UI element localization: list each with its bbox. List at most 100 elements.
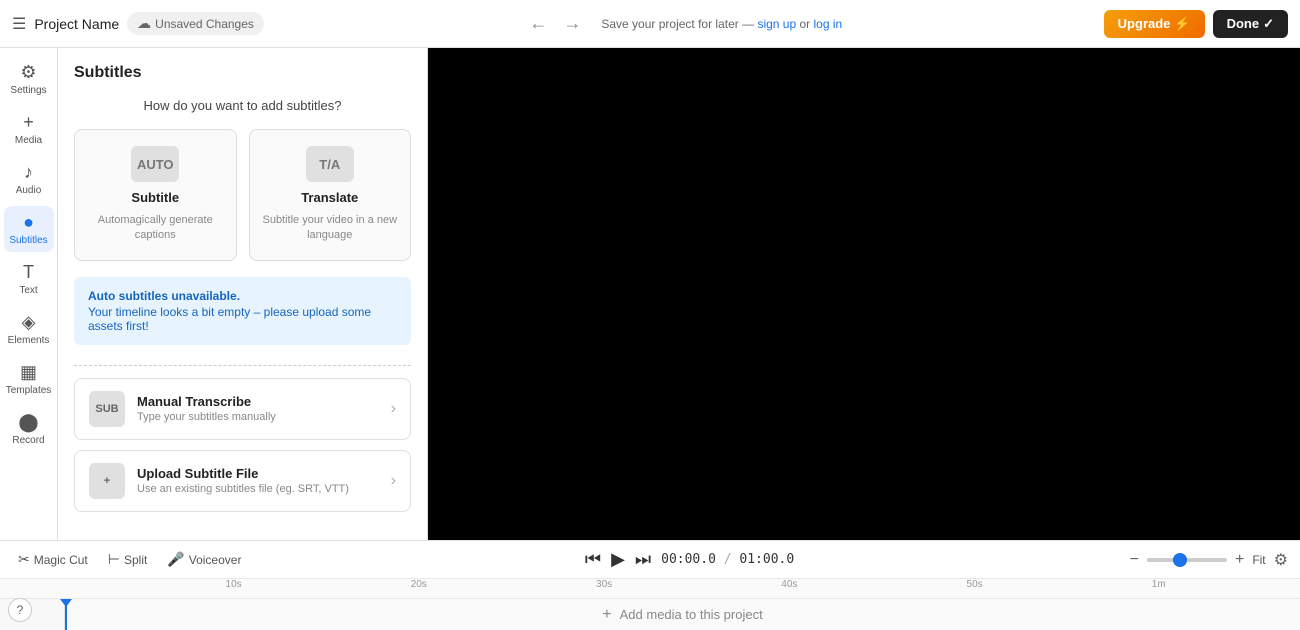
- playhead[interactable]: [65, 599, 67, 630]
- save-text: Save your project for later — sign up or…: [601, 17, 842, 31]
- manual-transcribe-row[interactable]: SUB Manual Transcribe Type your subtitle…: [74, 378, 411, 440]
- done-label: Done: [1227, 16, 1260, 31]
- total-time: 01:00.0: [739, 552, 794, 567]
- upload-subtitle-text: Upload Subtitle File Use an existing sub…: [137, 466, 379, 495]
- split-button[interactable]: ⊢ Split: [102, 547, 154, 572]
- split-label: Split: [124, 553, 147, 567]
- subtitle-option-desc: Automagically generate captions: [87, 213, 224, 244]
- undo-button[interactable]: ←: [525, 9, 551, 38]
- subtitles-icon: ●: [23, 212, 34, 233]
- text-icon: T: [23, 262, 34, 283]
- sidebar: ⚙ Settings + Media ♪ Audio ● Subtitles T…: [0, 48, 58, 540]
- sidebar-item-templates[interactable]: ▦ Templates: [4, 356, 54, 402]
- sidebar-label-templates: Templates: [6, 385, 52, 396]
- translate-option-card[interactable]: T/A Translate Subtitle your video in a n…: [249, 129, 412, 261]
- timeline-left-controls: ✂ Magic Cut ⊢ Split 🎤 Voiceover: [12, 547, 247, 572]
- redo-button[interactable]: →: [559, 9, 585, 38]
- magic-cut-icon: ✂: [18, 551, 30, 568]
- log-in-link[interactable]: log in: [814, 17, 843, 31]
- upgrade-icon: ⚡: [1174, 16, 1190, 32]
- alert-box: Auto subtitles unavailable. Your timelin…: [74, 277, 411, 345]
- settings-icon: ⚙: [20, 62, 36, 83]
- subtitle-option-label: Subtitle: [131, 190, 179, 205]
- manual-transcribe-chevron: ›: [391, 400, 396, 418]
- audio-icon: ♪: [24, 162, 33, 183]
- sidebar-item-text[interactable]: T Text: [4, 256, 54, 302]
- timeline-right-controls: − + Fit ⚙: [1130, 550, 1288, 570]
- timeline-ruler: 10s 20s 30s 40s 50s 1m: [0, 579, 1300, 599]
- magic-cut-label: Magic Cut: [34, 553, 88, 567]
- rewind-button[interactable]: ⏮: [583, 547, 603, 572]
- record-icon: ⬤: [18, 412, 38, 433]
- manual-transcribe-text: Manual Transcribe Type your subtitles ma…: [137, 394, 379, 423]
- add-media-bar[interactable]: + Add media to this project: [65, 599, 1300, 630]
- zoom-out-button[interactable]: −: [1130, 551, 1139, 569]
- panel-subtitle: How do you want to add subtitles?: [74, 98, 411, 113]
- topbar: ☰ Project Name ☁ Unsaved Changes ← → Sav…: [0, 0, 1300, 48]
- topbar-right: Upgrade ⚡ Done ✓: [1104, 10, 1288, 38]
- zoom-slider[interactable]: [1147, 558, 1227, 562]
- done-button[interactable]: Done ✓: [1213, 10, 1288, 38]
- timeline: ✂ Magic Cut ⊢ Split 🎤 Voiceover ⏮ ▶ ⏭ 00…: [0, 540, 1300, 630]
- translate-option-label: Translate: [301, 190, 358, 205]
- sidebar-item-settings[interactable]: ⚙ Settings: [4, 56, 54, 102]
- sidebar-label-elements: Elements: [8, 335, 50, 346]
- timeline-controls: ✂ Magic Cut ⊢ Split 🎤 Voiceover ⏮ ▶ ⏭ 00…: [0, 541, 1300, 579]
- add-media-plus-icon: +: [602, 606, 611, 624]
- cloud-icon: ☁: [137, 15, 151, 32]
- upgrade-button[interactable]: Upgrade ⚡: [1104, 10, 1205, 38]
- sidebar-item-subtitles[interactable]: ● Subtitles: [4, 206, 54, 252]
- alert-desc: Your timeline looks a bit empty – please…: [88, 305, 397, 333]
- upload-subtitle-row[interactable]: + Upload Subtitle File Use an existing s…: [74, 450, 411, 512]
- main-area: ⚙ Settings + Media ♪ Audio ● Subtitles T…: [0, 48, 1300, 540]
- panel-title: Subtitles: [74, 64, 411, 82]
- divider: [74, 365, 411, 366]
- zoom-in-button[interactable]: +: [1235, 551, 1244, 569]
- upgrade-label: Upgrade: [1118, 16, 1171, 31]
- upload-subtitle-chevron: ›: [391, 472, 396, 490]
- sidebar-label-subtitles: Subtitles: [9, 235, 47, 246]
- ruler-mark-40s: 40s: [781, 579, 797, 590]
- done-check-icon: ✓: [1263, 16, 1274, 32]
- ruler-mark-50s: 50s: [967, 579, 983, 590]
- sidebar-label-media: Media: [15, 135, 42, 146]
- unsaved-label: Unsaved Changes: [155, 17, 254, 31]
- sidebar-label-settings: Settings: [10, 85, 46, 96]
- manual-transcribe-icon: SUB: [89, 391, 125, 427]
- help-button[interactable]: ?: [8, 598, 32, 622]
- sidebar-item-audio[interactable]: ♪ Audio: [4, 156, 54, 202]
- manual-transcribe-title: Manual Transcribe: [137, 394, 379, 409]
- sidebar-label-record: Record: [12, 435, 44, 446]
- timeline-track-area: 10s 20s 30s 40s 50s 1m + Add media to th…: [0, 579, 1300, 630]
- sidebar-item-media[interactable]: + Media: [4, 106, 54, 152]
- templates-icon: ▦: [20, 362, 37, 383]
- subtitle-option-card[interactable]: AUTO Subtitle Automagically generate cap…: [74, 129, 237, 261]
- menu-icon[interactable]: ☰: [12, 14, 26, 34]
- sidebar-item-elements[interactable]: ◈ Elements: [4, 306, 54, 352]
- video-preview-area: [428, 48, 1300, 540]
- unsaved-badge: ☁ Unsaved Changes: [127, 12, 264, 35]
- voiceover-icon: 🎤: [167, 551, 184, 568]
- sign-up-link[interactable]: sign up: [757, 17, 796, 31]
- split-icon: ⊢: [108, 551, 120, 568]
- fast-forward-button[interactable]: ⏭: [633, 547, 653, 572]
- project-name[interactable]: Project Name: [34, 16, 119, 32]
- topbar-left: ☰ Project Name ☁ Unsaved Changes: [12, 12, 264, 35]
- playhead-triangle: [60, 599, 72, 607]
- fit-button[interactable]: Fit: [1252, 553, 1265, 567]
- upload-subtitle-icon: +: [89, 463, 125, 499]
- sidebar-item-record[interactable]: ⬤ Record: [4, 406, 54, 452]
- video-canvas: [428, 48, 1300, 540]
- magic-cut-button[interactable]: ✂ Magic Cut: [12, 547, 94, 572]
- translate-option-desc: Subtitle your video in a new language: [262, 213, 399, 244]
- add-media-label: Add media to this project: [620, 607, 763, 622]
- voiceover-label: Voiceover: [189, 553, 242, 567]
- timeline-content[interactable]: + Add media to this project: [0, 599, 1300, 630]
- timeline-settings-button[interactable]: ⚙: [1274, 550, 1288, 570]
- voiceover-button[interactable]: 🎤 Voiceover: [161, 547, 247, 572]
- sidebar-label-text: Text: [19, 285, 37, 296]
- play-button[interactable]: ▶: [609, 547, 627, 572]
- ruler-mark-20s: 20s: [411, 579, 427, 590]
- current-time: 00:00.0: [661, 552, 716, 567]
- topbar-center: ← → Save your project for later — sign u…: [276, 9, 1092, 38]
